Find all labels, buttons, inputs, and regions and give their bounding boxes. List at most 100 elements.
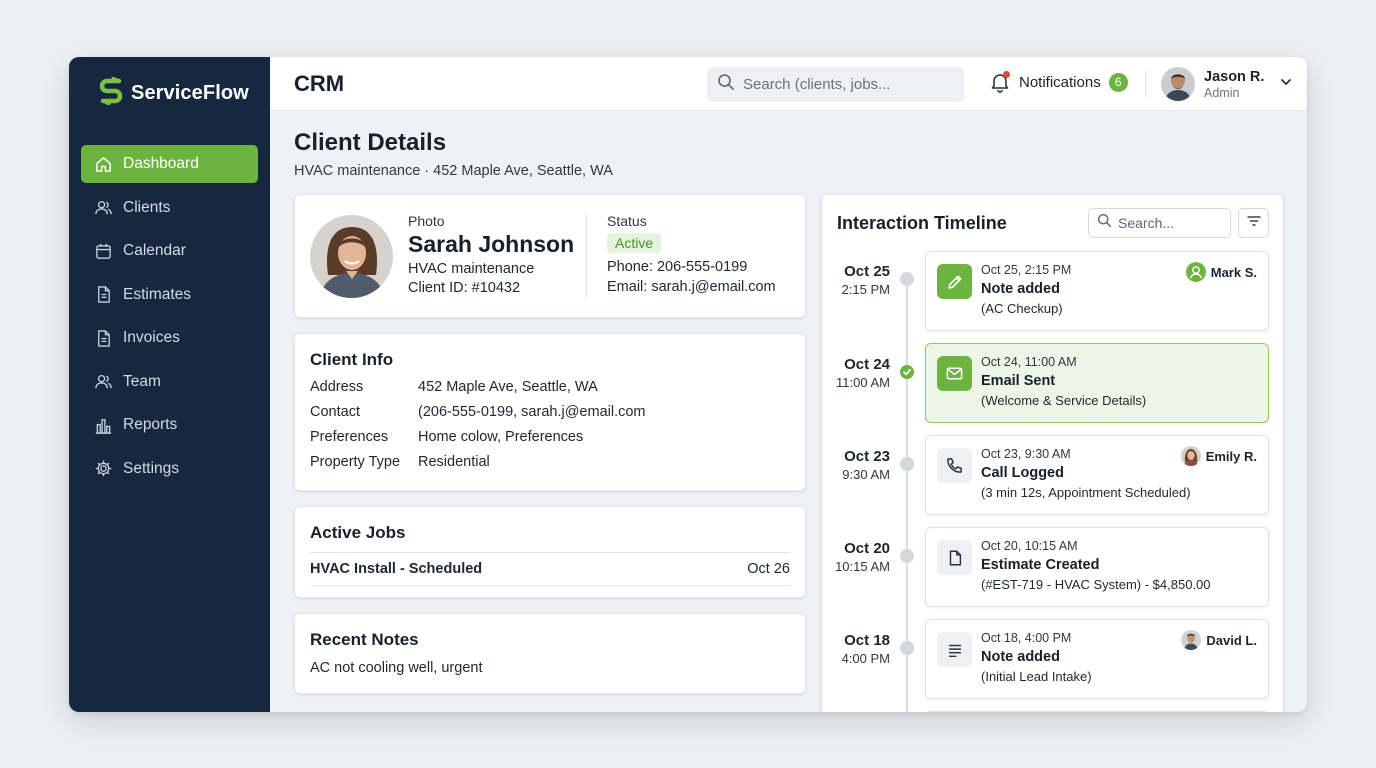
- sidebar-item-settings[interactable]: Settings: [81, 450, 258, 488]
- active-jobs-card: Active Jobs HVAC Install - Scheduled Oct…: [294, 506, 806, 598]
- bar-chart-icon: [93, 415, 113, 435]
- sidebar-item-estimates[interactable]: Estimates: [81, 276, 258, 314]
- timeline-when: Oct 23, 9:30 AM: [981, 447, 1071, 461]
- timeline-dot: [900, 457, 914, 471]
- timeline-user-name: Emily R.: [1205, 448, 1257, 464]
- search-icon: [717, 73, 735, 96]
- recent-notes-card: Recent Notes AC not cooling well, urgent: [294, 613, 806, 694]
- timeline-item[interactable]: Oct 24, 11:00 AM Email Sent (Welcome & S…: [925, 343, 1269, 423]
- info-value: Home colow, Preferences: [418, 429, 584, 445]
- timeline-date: Oct 20 10:15 AM: [828, 540, 890, 574]
- info-key: Contact: [310, 404, 360, 420]
- main-area: CRM Notifications 6: [270, 57, 1307, 712]
- sidebar-item-label: Settings: [123, 459, 180, 477]
- timeline-date: Oct 23 9:30 AM: [828, 448, 890, 482]
- sidebar-item-label: Dashboard: [123, 155, 199, 172]
- bell-icon: [989, 71, 1011, 93]
- sidebar-item-team[interactable]: Team: [81, 363, 258, 401]
- profile-divider: [586, 213, 587, 299]
- notifications-count-badge: 6: [1108, 72, 1128, 92]
- timeline-detail: (Initial Lead Intake): [981, 669, 1092, 684]
- client-info-card: Client Info Address 452 Maple Ave, Seatt…: [294, 333, 806, 491]
- timeline-day: Oct 18: [844, 632, 890, 649]
- avatar: [1181, 630, 1202, 650]
- client-email[interactable]: Email: sarah.j@email.com: [607, 279, 776, 295]
- notifications-button[interactable]: Notifications 6: [989, 71, 1128, 93]
- timeline-time: 2:15 PM: [841, 282, 890, 297]
- status-badge: Active: [607, 233, 662, 253]
- user-menu[interactable]: Jason R. Admin: [1161, 67, 1293, 101]
- avatar: [1180, 446, 1201, 466]
- search-icon: [1097, 213, 1112, 233]
- user-role: Admin: [1204, 85, 1240, 100]
- notes-icon: [937, 632, 972, 667]
- timeline-dot: [900, 549, 914, 563]
- timeline-user: Emily R.: [1180, 446, 1257, 466]
- info-row-property-type: Property Type Residential: [310, 454, 790, 470]
- timeline-time: 10:15 AM: [835, 559, 890, 574]
- topbar-divider: [1145, 69, 1146, 99]
- timeline-user-name: Mark S.: [1210, 264, 1257, 280]
- phone-icon: [937, 448, 972, 483]
- sidebar-item-label: Clients: [123, 198, 171, 216]
- page-header: Client Details HVAC maintenance · 452 Ma…: [294, 129, 613, 179]
- timeline-when: Oct 20, 10:15 AM: [981, 539, 1078, 553]
- home-icon: [93, 154, 113, 174]
- filter-icon: [1246, 213, 1262, 234]
- timeline-heading: Call Logged: [981, 465, 1064, 481]
- user-icon: [1185, 262, 1206, 282]
- timeline-when: Oct 24, 11:00 AM: [981, 355, 1077, 369]
- client-status-section: Status Active Phone: 206-555-0199 Email:…: [607, 213, 776, 295]
- timeline-date: Oct 25 2:15 PM: [828, 263, 890, 297]
- global-search-input[interactable]: [743, 76, 953, 93]
- timeline-when: Oct 18, 4:00 PM: [981, 631, 1072, 645]
- sidebar-item-invoices[interactable]: Invoices: [81, 319, 258, 357]
- status-label: Status: [607, 213, 647, 229]
- timeline-item[interactable]: Oct 23, 9:30 AM Call Logged (3 min 12s, …: [925, 435, 1269, 515]
- users-icon: [93, 198, 113, 218]
- info-value: 452 Maple Ave, Seattle, WA: [418, 379, 598, 395]
- client-profile-card: Photo Sarah Johnson HVAC maintenance Cli…: [294, 194, 806, 318]
- timeline-time: 11:00 AM: [836, 375, 890, 390]
- crm-title: CRM: [294, 70, 345, 96]
- timeline-heading: Note added: [981, 281, 1060, 297]
- timeline-heading: Note added: [981, 649, 1060, 665]
- client-id: Client ID: #10432: [408, 280, 521, 296]
- client-phone[interactable]: Phone: 206-555-0199: [607, 259, 776, 275]
- sidebar-item-calendar[interactable]: Calendar: [81, 232, 258, 270]
- timeline-day: Oct 24: [844, 356, 890, 373]
- timeline-user-name: David L.: [1206, 632, 1257, 648]
- timeline-item[interactable]: Oct 20, 10:15 AM Estimate Created (#EST-…: [925, 527, 1269, 607]
- brand[interactable]: ServiceFlow: [69, 57, 270, 129]
- timeline-item[interactable]: Oct 25, 2:15 PM Note added (AC Checkup) …: [925, 251, 1269, 331]
- info-row-address: Address 452 Maple Ave, Seattle, WA: [310, 379, 790, 395]
- sidebar-item-clients[interactable]: Clients: [81, 189, 258, 227]
- global-search[interactable]: [707, 67, 964, 102]
- sidebar-item-label: Team: [123, 372, 161, 390]
- timeline-item[interactable]: Oct 18, 4:00 PM Note added (Initial Lead…: [925, 619, 1269, 699]
- check-icon: [903, 369, 911, 376]
- interaction-timeline-card: Interaction Timeline Oct 25 2:15 PM: [821, 194, 1284, 712]
- client-photo: [310, 215, 393, 298]
- timeline-search-input[interactable]: [1118, 215, 1228, 231]
- timeline-search[interactable]: [1088, 208, 1231, 238]
- timeline-detail: (AC Checkup): [981, 301, 1063, 316]
- sidebar-item-label: Reports: [123, 416, 178, 433]
- page-subtitle: HVAC maintenance · 452 Maple Ave, Seattl…: [294, 163, 613, 179]
- active-jobs-title: Active Jobs: [310, 523, 406, 542]
- sidebar-item-reports[interactable]: Reports: [81, 406, 258, 444]
- team-icon: [93, 372, 113, 392]
- info-key: Preferences: [310, 429, 389, 445]
- timeline-day: Oct 20: [844, 540, 890, 557]
- sidebar-nav: Dashboard Clients Calendar Estimates Inv…: [69, 129, 270, 488]
- info-value: (206-555-0199, sarah.j@email.com: [418, 404, 646, 420]
- job-row[interactable]: HVAC Install - Scheduled Oct 26: [310, 553, 790, 586]
- sidebar-item-dashboard[interactable]: Dashboard: [81, 145, 258, 183]
- timeline-detail: (3 min 12s, Appointment Scheduled): [981, 485, 1191, 500]
- timeline-filter-button[interactable]: [1238, 208, 1269, 238]
- client-name: Sarah Johnson: [408, 231, 575, 257]
- sidebar-item-label: Estimates: [123, 285, 192, 303]
- recent-notes-title: Recent Notes: [310, 630, 419, 649]
- timeline-user: David L.: [1181, 630, 1257, 650]
- timeline-item[interactable]: [925, 711, 1269, 712]
